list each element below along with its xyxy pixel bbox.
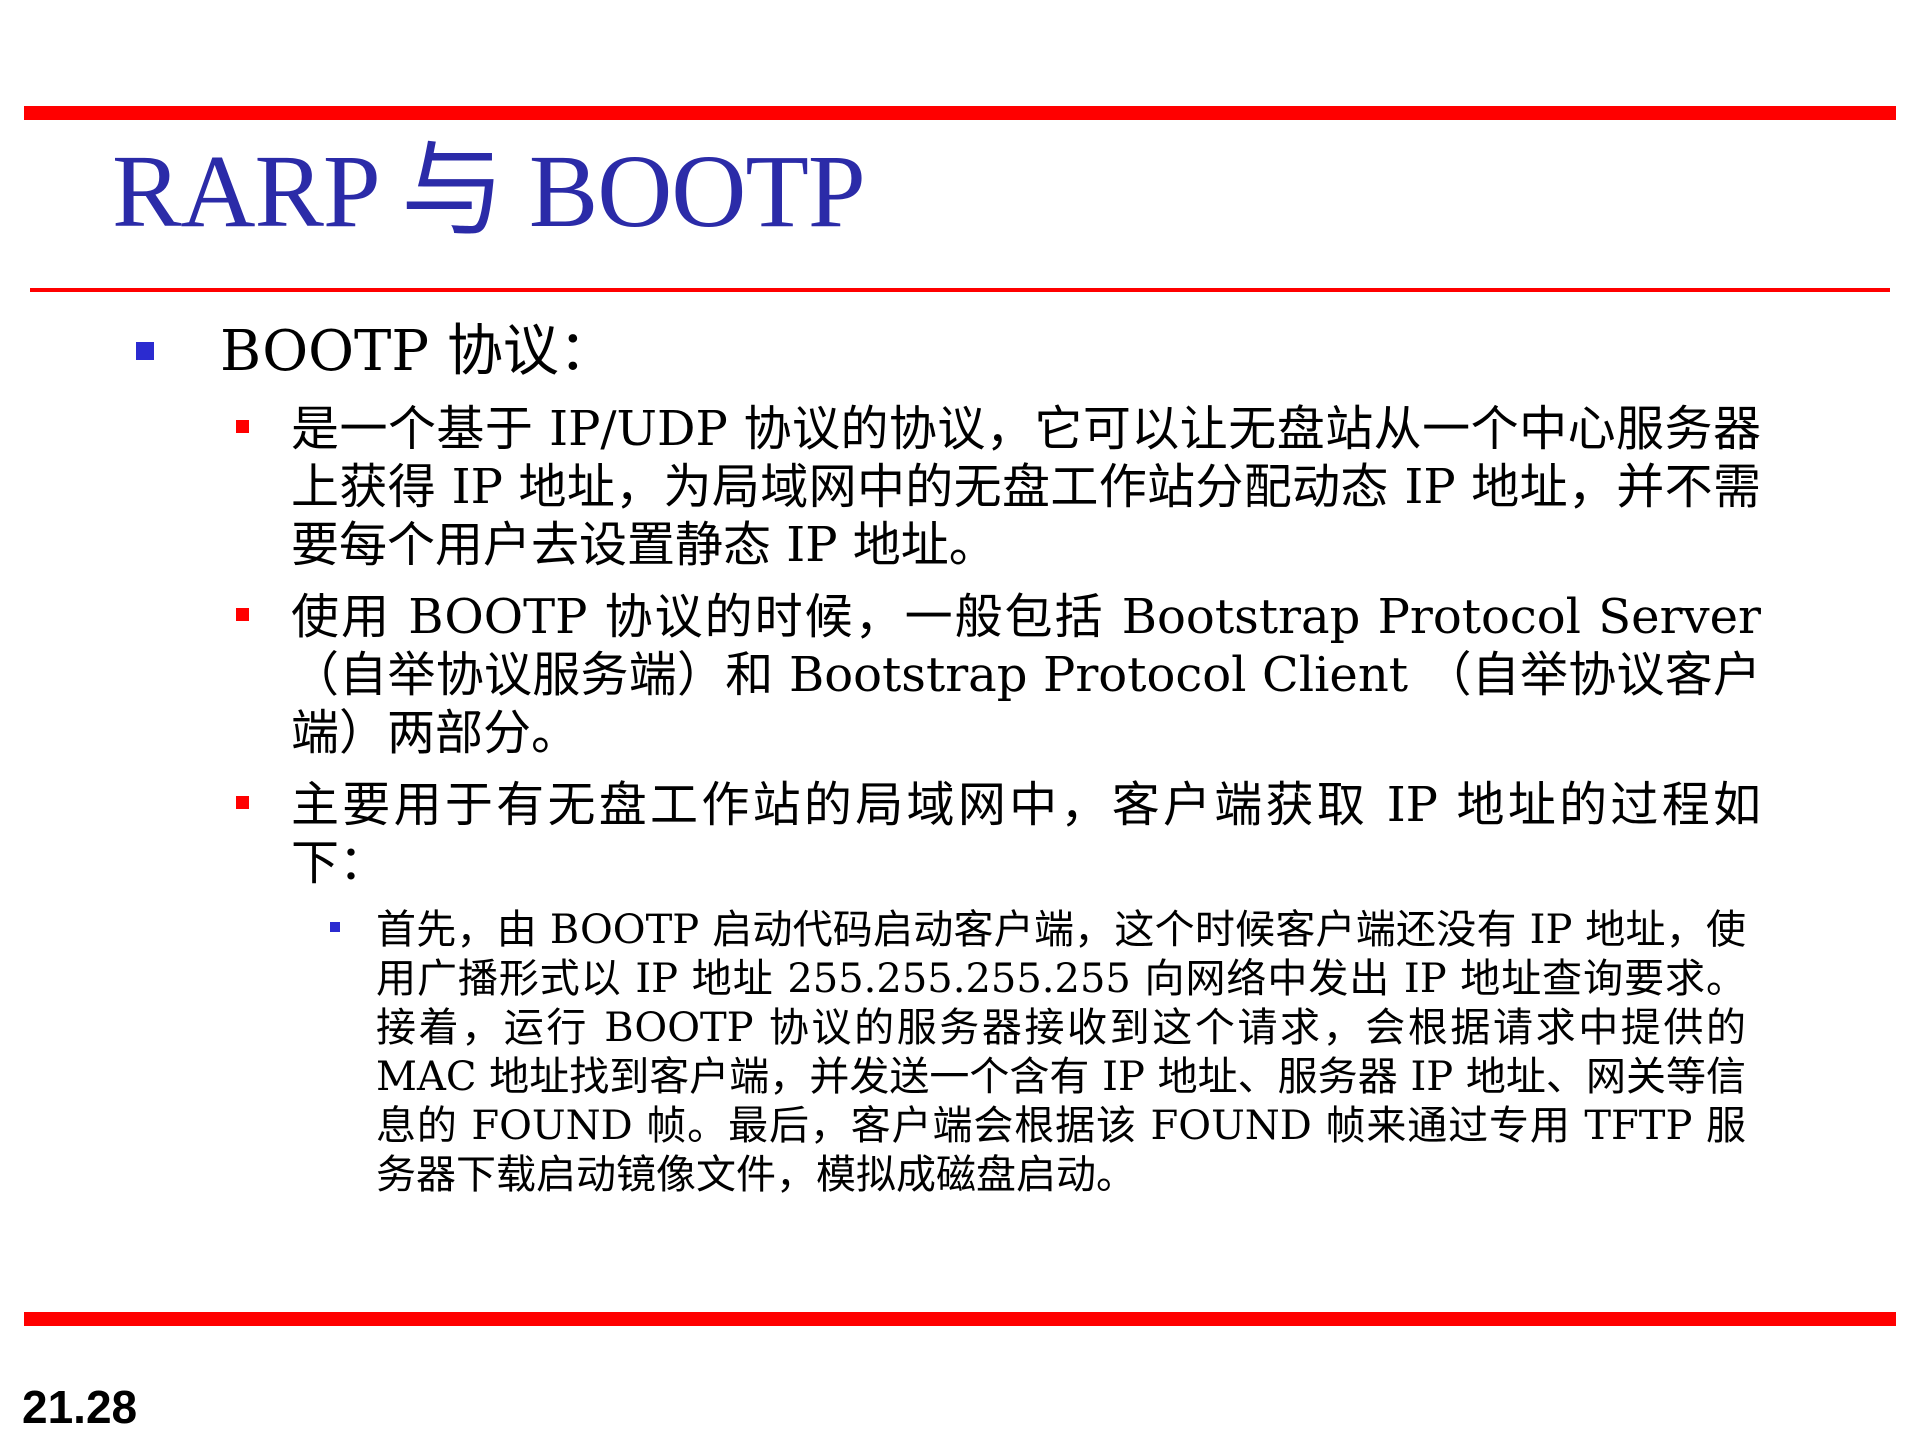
bottom-red-rule <box>24 1312 1896 1326</box>
bullet-level2-definition: 是一个基于 IP/UDP 协议的协议，它可以让无盘站从一个中心服务器上获得 IP… <box>236 400 1766 574</box>
square-bullet-icon <box>236 796 249 809</box>
bullet-level2-components: 使用 BOOTP 协议的时候，一般包括 Bootstrap Protocol S… <box>236 588 1766 762</box>
page-number: 21.28 <box>22 1381 138 1433</box>
square-bullet-icon <box>136 342 154 360</box>
bullet-level2-process: 主要用于有无盘工作站的局域网中，客户端获取 IP 地址的过程如下： <box>236 776 1766 892</box>
square-bullet-icon <box>236 420 249 433</box>
title-underline-rule <box>30 288 1890 292</box>
bullet-text: 是一个基于 IP/UDP 协议的协议，它可以让无盘站从一个中心服务器上获得 IP… <box>291 401 1761 573</box>
bullet-level3-process-steps: 首先，由 BOOTP 启动代码启动客户端，这个时候客户端还没有 IP 地址，使用… <box>330 906 1750 1200</box>
slide: RARP 与 BOOTP BOOTP 协议： 是一个基于 IP/UDP 协议的协… <box>0 0 1920 1440</box>
square-bullet-icon <box>236 608 249 621</box>
square-bullet-icon <box>330 922 340 932</box>
bullet-text: 首先，由 BOOTP 启动代码启动客户端，这个时候客户端还没有 IP 地址，使用… <box>376 907 1746 1198</box>
bullet-level1-bootp: BOOTP 协议： <box>136 322 1836 382</box>
bullet-heading-text: BOOTP 协议： <box>220 319 615 384</box>
bullet-text: 使用 BOOTP 协议的时候，一般包括 Bootstrap Protocol S… <box>291 589 1761 761</box>
top-red-rule <box>24 106 1896 120</box>
slide-title: RARP 与 BOOTP <box>112 134 866 249</box>
bullet-text: 主要用于有无盘工作站的局域网中，客户端获取 IP 地址的过程如下： <box>291 777 1761 891</box>
